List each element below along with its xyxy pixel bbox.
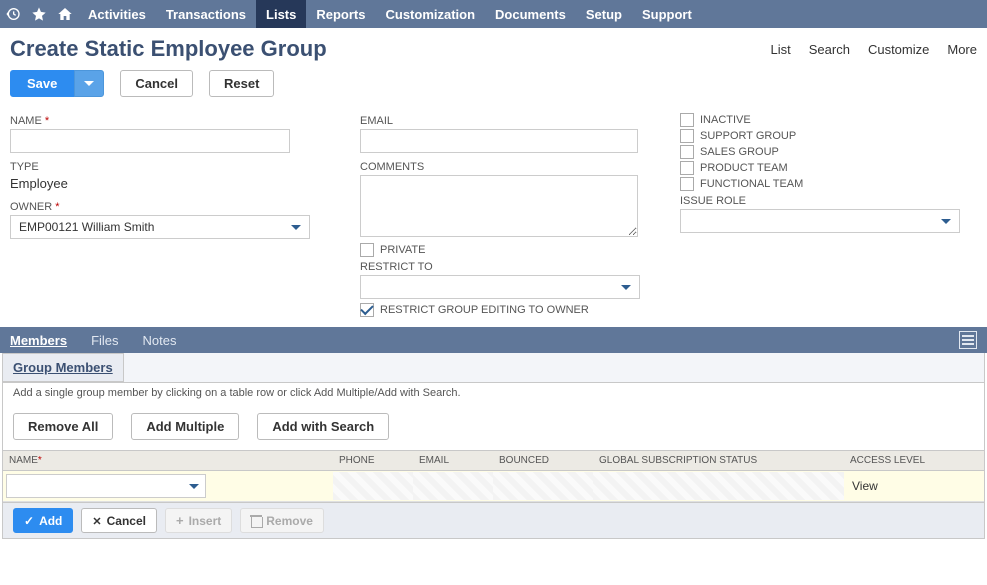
trash-icon <box>251 515 261 527</box>
chevron-down-icon <box>84 81 94 86</box>
reset-button[interactable]: Reset <box>209 70 274 97</box>
issue-role-label: ISSUE ROLE <box>680 195 977 207</box>
nav-customization[interactable]: Customization <box>375 0 485 28</box>
panel-title[interactable]: Group Members <box>3 353 124 382</box>
chevron-down-icon <box>291 225 301 230</box>
form-area: NAME * TYPE Employee OWNER * EMP00121 Wi… <box>0 111 987 319</box>
col-global[interactable]: GLOBAL SUBSCRIPTION STATUS <box>593 451 844 471</box>
nav-activities[interactable]: Activities <box>78 0 156 28</box>
private-checkbox[interactable] <box>360 243 374 257</box>
bounced-cell <box>493 472 593 500</box>
subtab-members[interactable]: Members <box>10 333 67 348</box>
product-team-label: PRODUCT TEAM <box>700 162 788 174</box>
support-group-label: SUPPORT GROUP <box>700 130 796 142</box>
restrict-to-select[interactable] <box>360 275 640 299</box>
col-bounced[interactable]: BOUNCED <box>493 451 593 471</box>
restrict-owner-label: RESTRICT GROUP EDITING TO OWNER <box>380 304 589 316</box>
subtab-notes[interactable]: Notes <box>143 333 177 348</box>
issue-role-select[interactable] <box>680 209 960 233</box>
star-icon[interactable] <box>26 1 52 27</box>
row-add-button[interactable]: Add <box>13 508 73 533</box>
inactive-label: INACTIVE <box>700 114 751 126</box>
nav-support[interactable]: Support <box>632 0 702 28</box>
panel-help: Add a single group member by clicking on… <box>3 383 984 407</box>
functional-team-checkbox[interactable] <box>680 177 694 191</box>
restrict-owner-checkbox[interactable] <box>360 303 374 317</box>
name-label: NAME * <box>10 115 360 127</box>
row-actions: Add Cancel Insert Remove <box>3 502 984 538</box>
remove-all-button[interactable]: Remove All <box>13 413 113 440</box>
check-icon <box>24 514 34 528</box>
subtab-files[interactable]: Files <box>91 333 118 348</box>
members-table: NAME* PHONE EMAIL BOUNCED GLOBAL SUBSCRI… <box>3 450 984 502</box>
chevron-down-icon <box>941 219 951 224</box>
save-dropdown[interactable] <box>74 70 104 97</box>
name-input[interactable] <box>10 129 290 153</box>
row-insert-button: Insert <box>165 508 232 533</box>
row-remove-button: Remove <box>240 508 324 533</box>
row-cancel-button[interactable]: Cancel <box>81 508 157 533</box>
header-link-list[interactable]: List <box>771 42 791 57</box>
inactive-checkbox[interactable] <box>680 113 694 127</box>
type-label: TYPE <box>10 161 360 173</box>
sales-group-label: SALES GROUP <box>700 146 779 158</box>
col-access[interactable]: ACCESS LEVEL <box>844 451 984 471</box>
home-icon[interactable] <box>52 1 78 27</box>
email-label: EMAIL <box>360 115 680 127</box>
close-icon <box>92 514 101 528</box>
chevron-down-icon <box>189 484 199 489</box>
nav-setup[interactable]: Setup <box>576 0 632 28</box>
type-value: Employee <box>10 175 360 197</box>
header-link-more[interactable]: More <box>947 42 977 57</box>
nav-transactions[interactable]: Transactions <box>156 0 256 28</box>
customize-view-icon[interactable] <box>959 331 977 349</box>
phone-cell <box>333 472 413 500</box>
subtab-bar: Members Files Notes <box>0 327 987 353</box>
row-name-select[interactable] <box>6 474 206 498</box>
members-panel: Group Members Add a single group member … <box>2 353 985 539</box>
product-team-checkbox[interactable] <box>680 161 694 175</box>
email-input[interactable] <box>360 129 638 153</box>
col-email[interactable]: EMAIL <box>413 451 493 471</box>
cancel-button[interactable]: Cancel <box>120 70 193 97</box>
recent-icon[interactable] <box>0 1 26 27</box>
sales-group-checkbox[interactable] <box>680 145 694 159</box>
global-cell <box>593 472 844 500</box>
chevron-down-icon <box>621 285 631 290</box>
support-group-checkbox[interactable] <box>680 129 694 143</box>
comments-label: COMMENTS <box>360 161 680 173</box>
save-button[interactable]: Save <box>10 70 74 97</box>
top-nav: Activities Transactions Lists Reports Cu… <box>0 0 987 28</box>
action-row: Save Cancel Reset <box>0 66 987 111</box>
header-link-search[interactable]: Search <box>809 42 850 57</box>
add-with-search-button[interactable]: Add with Search <box>257 413 389 440</box>
comments-input[interactable] <box>360 175 638 237</box>
restrict-to-label: RESTRICT TO <box>360 261 680 273</box>
page-header: Create Static Employee Group List Search… <box>0 28 987 66</box>
page-title: Create Static Employee Group <box>10 36 327 62</box>
private-label: PRIVATE <box>380 244 425 256</box>
nav-lists[interactable]: Lists <box>256 0 306 28</box>
access-cell[interactable]: View <box>844 471 984 502</box>
table-row[interactable]: View <box>3 471 984 502</box>
nav-documents[interactable]: Documents <box>485 0 576 28</box>
functional-team-label: FUNCTIONAL TEAM <box>700 178 803 190</box>
owner-label: OWNER * <box>10 201 360 213</box>
nav-reports[interactable]: Reports <box>306 0 375 28</box>
owner-value: EMP00121 William Smith <box>19 220 154 234</box>
col-phone[interactable]: PHONE <box>333 451 413 471</box>
header-link-customize[interactable]: Customize <box>868 42 929 57</box>
plus-icon <box>176 513 184 528</box>
add-multiple-button[interactable]: Add Multiple <box>131 413 239 440</box>
owner-select[interactable]: EMP00121 William Smith <box>10 215 310 239</box>
email-cell <box>413 472 493 500</box>
col-name[interactable]: NAME* <box>3 451 333 471</box>
